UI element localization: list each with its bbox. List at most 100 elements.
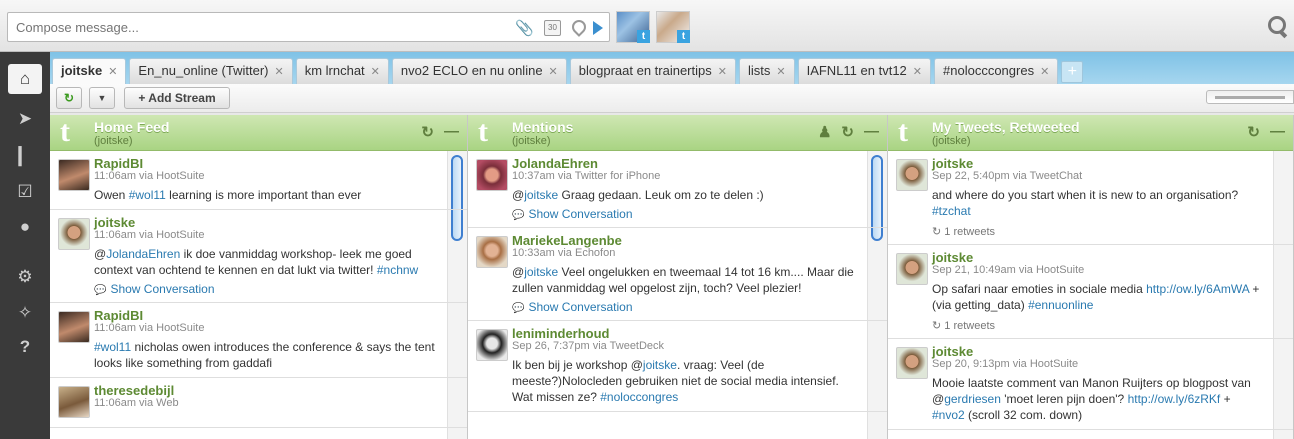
refresh-button[interactable]: ↻: [56, 87, 82, 109]
add-stream-button[interactable]: + Add Stream: [124, 87, 230, 109]
tab[interactable]: blogpraat en trainertips ✕: [569, 58, 736, 84]
location-pin-icon[interactable]: [571, 20, 583, 36]
message-link[interactable]: #ennuonline: [1028, 298, 1093, 312]
checkbox-icon[interactable]: ☑: [8, 177, 42, 207]
search-icon[interactable]: [1262, 12, 1292, 42]
close-tab-icon[interactable]: ✕: [1040, 66, 1049, 78]
message-link[interactable]: #wol11: [129, 188, 166, 202]
message-link[interactable]: http://ow.ly/6zRKf: [1128, 392, 1221, 406]
message-author[interactable]: joitske: [932, 157, 1265, 170]
show-conversation-link[interactable]: Show Conversation: [94, 282, 439, 296]
message-author[interactable]: joitske: [94, 216, 439, 229]
message-author[interactable]: leniminderhoud: [512, 327, 859, 340]
stream-message[interactable]: JolandaEhren 10:37am via Twitter for iPho…: [468, 151, 887, 228]
tools-wrench-icon[interactable]: ✧: [8, 298, 42, 328]
tab[interactable]: km lrnchat ✕: [295, 58, 389, 84]
message-link[interactable]: joitske: [524, 265, 558, 279]
message-link[interactable]: #wol11: [94, 340, 131, 354]
avatar[interactable]: [476, 236, 508, 268]
tab[interactable]: joitske ✕: [52, 58, 127, 84]
avatar[interactable]: [58, 311, 90, 343]
send-plane-icon[interactable]: ➤: [8, 104, 42, 134]
message-text: Ik ben bij je workshop @joitske. vraag: …: [512, 358, 839, 404]
column-stream[interactable]: joitske Sep 22, 5:40pm via TweetChat and w…: [888, 151, 1293, 439]
close-tab-icon[interactable]: ✕: [776, 66, 785, 78]
message-text: Op safari naar emoties in sociale media …: [932, 282, 1260, 312]
stream-message[interactable]: theresedebijl 11:06am via Web: [50, 378, 467, 428]
collapse-icon[interactable]: —: [444, 123, 459, 141]
analytics-bars-icon[interactable]: ▎: [8, 142, 42, 172]
avatar[interactable]: [58, 386, 90, 418]
users-icon[interactable]: ♟: [818, 123, 831, 141]
close-tab-icon[interactable]: ✕: [371, 66, 380, 78]
column-stream[interactable]: JolandaEhren 10:37am via Twitter for iPho…: [468, 151, 887, 439]
calendar-icon[interactable]: 30: [544, 20, 561, 36]
close-tab-icon[interactable]: ✕: [913, 66, 922, 78]
compose-box[interactable]: 📎 30: [7, 12, 610, 42]
tab[interactable]: lists ✕: [738, 58, 795, 84]
profile-avatar[interactable]: t: [656, 11, 690, 43]
tab-bar: joitske ✕ En_nu_online (Twitter) ✕ km lrncha…: [50, 52, 1294, 84]
message-link[interactable]: joitske: [643, 358, 677, 372]
avatar[interactable]: [476, 329, 508, 361]
column-tools: ↻ —: [421, 123, 459, 141]
message-link[interactable]: http://ow.ly/6AmWA: [1146, 282, 1249, 296]
avatar[interactable]: [58, 159, 90, 191]
message-link[interactable]: #tzchat: [932, 204, 971, 218]
avatar[interactable]: [896, 347, 928, 379]
refresh-icon[interactable]: ↻: [421, 123, 434, 141]
tab[interactable]: #nolocccongres ✕: [934, 58, 1059, 84]
paperclip-icon[interactable]: 📎: [515, 19, 534, 37]
message-meta: 10:33am via Echofon: [512, 247, 616, 259]
help-question-icon[interactable]: ?: [8, 332, 42, 362]
stream-message[interactable]: RapidBI 11:06am via HootSuite Owen #wol11 …: [50, 151, 467, 210]
close-tab-icon[interactable]: ✕: [274, 66, 283, 78]
refresh-icon[interactable]: ↻: [841, 123, 854, 141]
stream-message[interactable]: joitske Sep 22, 5:40pm via TweetChat and w…: [888, 151, 1293, 245]
avatar[interactable]: [896, 159, 928, 191]
stream-message[interactable]: MariekeLangenbe 10:33am via Echofon @joits…: [468, 228, 887, 321]
dropdown-button[interactable]: ▼: [89, 87, 115, 109]
message-link[interactable]: JolandaEhren: [106, 247, 180, 261]
avatar[interactable]: [476, 159, 508, 191]
stream-message[interactable]: leniminderhoud Sep 26, 7:37pm via TweetDe…: [468, 321, 887, 412]
column-stream[interactable]: RapidBI 11:06am via HootSuite Owen #wol11 …: [50, 151, 467, 439]
stream-message[interactable]: joitske 11:06am via HootSuite @JolandaEhre…: [50, 210, 467, 303]
profile-person-icon[interactable]: ●: [8, 212, 42, 242]
close-tab-icon[interactable]: ✕: [108, 66, 117, 78]
tab[interactable]: IAFNL11 en tvt12 ✕: [797, 58, 932, 84]
message-link[interactable]: gerdriesen: [944, 392, 1001, 406]
column-size-slider[interactable]: [1206, 90, 1294, 104]
message-author[interactable]: theresedebijl: [94, 384, 439, 397]
message-author[interactable]: joitske: [932, 345, 1265, 358]
message-author[interactable]: joitske: [932, 251, 1265, 264]
compose-message-input[interactable]: [8, 13, 478, 41]
message-link[interactable]: #nvo2: [932, 408, 965, 422]
message-author[interactable]: MariekeLangenbe: [512, 234, 859, 247]
refresh-icon[interactable]: ↻: [1247, 123, 1260, 141]
collapse-icon[interactable]: —: [1270, 123, 1285, 141]
profile-avatar[interactable]: t: [616, 11, 650, 43]
close-tab-icon[interactable]: ✕: [549, 66, 558, 78]
settings-gear-icon[interactable]: ⚙: [8, 262, 42, 292]
tab[interactable]: En_nu_online (Twitter) ✕: [129, 58, 293, 84]
send-arrow-icon[interactable]: [593, 21, 603, 35]
message-author[interactable]: JolandaEhren: [512, 157, 859, 170]
collapse-icon[interactable]: —: [864, 123, 879, 141]
message-link[interactable]: #noloccongres: [600, 390, 678, 404]
show-conversation-link[interactable]: Show Conversation: [512, 300, 859, 314]
home-icon[interactable]: ⌂: [8, 64, 42, 94]
tab[interactable]: nvo2 ECLO en nu online ✕: [391, 58, 567, 84]
stream-message[interactable]: joitske Sep 20, 9:13pm via HootSuite Mooie…: [888, 339, 1293, 430]
stream-message[interactable]: RapidBI 11:06am via HootSuite #wol11 nicho…: [50, 303, 467, 378]
show-conversation-link[interactable]: Show Conversation: [512, 207, 859, 221]
avatar[interactable]: [896, 253, 928, 285]
message-link[interactable]: #nchnw: [377, 263, 418, 277]
stream-message[interactable]: joitske Sep 21, 10:49am via HootSuite Op s…: [888, 245, 1293, 339]
close-tab-icon[interactable]: ✕: [718, 66, 727, 78]
message-author[interactable]: RapidBI: [94, 157, 439, 170]
avatar[interactable]: [58, 218, 90, 250]
add-tab-icon[interactable]: +: [1061, 61, 1084, 83]
message-link[interactable]: joitske: [524, 188, 558, 202]
message-author[interactable]: RapidBI: [94, 309, 439, 322]
